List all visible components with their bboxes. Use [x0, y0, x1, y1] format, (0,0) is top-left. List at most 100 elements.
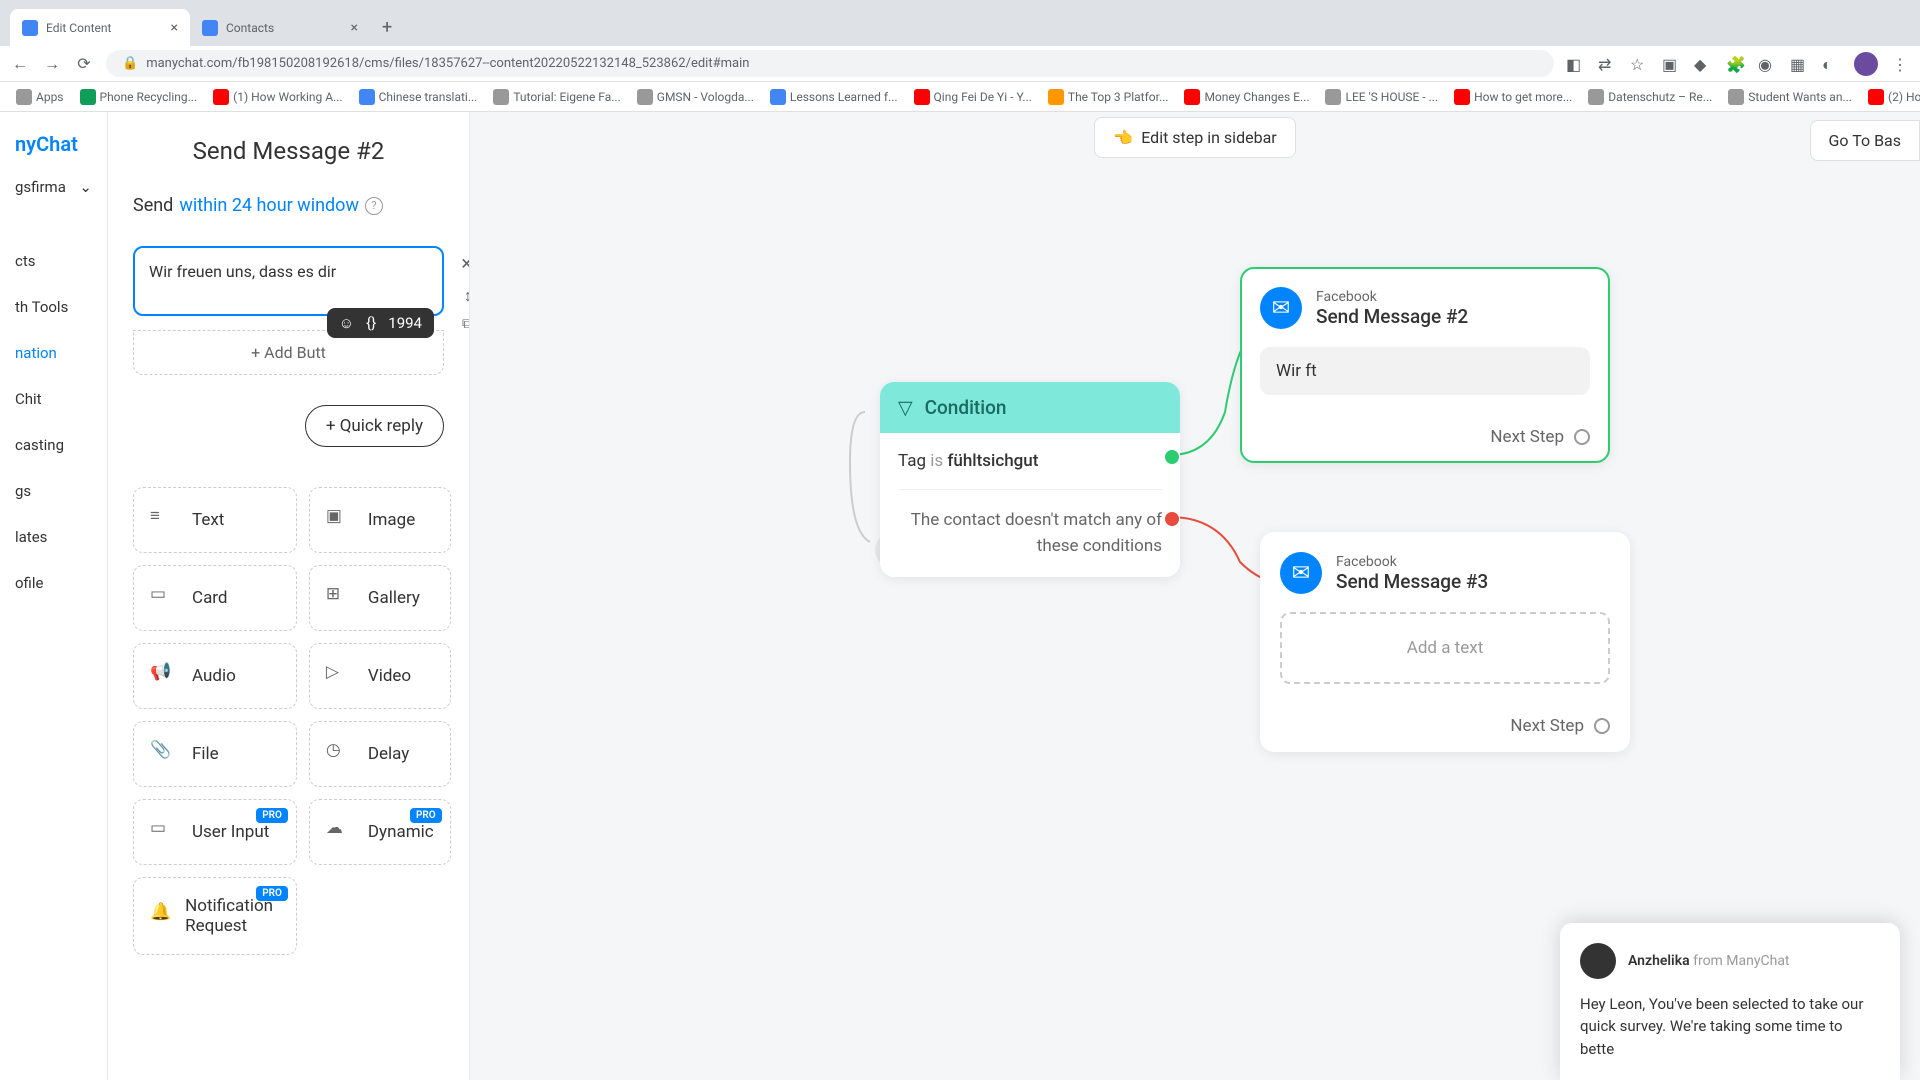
sidebar-item[interactable]: lates	[0, 514, 107, 560]
connector-port[interactable]	[1574, 429, 1590, 445]
bookmark-item[interactable]: (1) How Working A...	[207, 85, 348, 109]
content-block-delay[interactable]: ◷Delay	[309, 721, 451, 787]
support-chat-widget[interactable]: Anzhelika from ManyChat Hey Leon, You've…	[1560, 923, 1900, 1080]
connector-dot-match[interactable]	[1165, 450, 1179, 464]
account-avatar[interactable]	[1854, 52, 1878, 76]
bookmark-favicon	[80, 89, 96, 105]
add-text-placeholder[interactable]: Add a text	[1280, 612, 1610, 684]
delete-block-icon[interactable]: ×	[461, 251, 470, 275]
back-button[interactable]: ←	[10, 54, 30, 74]
audio-icon: 📢	[150, 662, 178, 690]
bookmark-item[interactable]: Apps	[10, 85, 70, 109]
block-label: Delay	[368, 744, 409, 764]
content-block-video[interactable]: ▷Video	[309, 643, 451, 709]
bookmark-item[interactable]: Student Wants an...	[1722, 85, 1858, 109]
logo: nyChat	[0, 122, 107, 166]
bookmark-item[interactable]: Chinese translati...	[353, 85, 484, 109]
extension-icon[interactable]: ◧	[1566, 55, 1584, 73]
bookmark-item[interactable]: Phone Recycling...	[74, 85, 204, 109]
bookmark-item[interactable]: Qing Fei De Yi - Y...	[908, 85, 1038, 109]
bookmark-favicon	[1454, 89, 1470, 105]
bookmark-favicon	[1588, 89, 1604, 105]
card-icon: ▭	[150, 584, 178, 612]
extension-icon[interactable]: ◐	[1822, 55, 1840, 73]
browser-toolbar: ← → ⟳ 🔒 manychat.com/fb198150208192618/c…	[0, 46, 1920, 82]
extension-icon[interactable]: ◆	[1694, 55, 1712, 73]
tab-title: Edit Content	[46, 21, 111, 35]
forward-button[interactable]: →	[42, 54, 62, 74]
file-icon: 📎	[150, 740, 178, 768]
bookmark-item[interactable]: Lessons Learned f...	[764, 85, 904, 109]
sidebar-item[interactable]: cts	[0, 238, 107, 284]
extensions-icon[interactable]: 🧩	[1726, 55, 1744, 73]
goto-basic-button[interactable]: Go To Bas	[1810, 120, 1920, 161]
connector-port[interactable]	[1594, 718, 1610, 734]
sidebar-item[interactable]: nation	[0, 330, 107, 376]
url-bar[interactable]: 🔒 manychat.com/fb198150208192618/cms/fil…	[106, 50, 1554, 77]
bookmark-item[interactable]: LEE 'S HOUSE - ...	[1319, 85, 1444, 109]
bookmark-item[interactable]: The Top 3 Platfor...	[1042, 85, 1175, 109]
variable-icon[interactable]: {}	[366, 314, 376, 332]
message-textarea[interactable]	[133, 246, 444, 316]
pointing-hand-icon: 👈	[1113, 128, 1133, 147]
platform-label: Facebook	[1316, 289, 1468, 305]
workspace-dropdown[interactable]: gsfirma ⌄	[0, 166, 107, 208]
bookmark-label: (2) How To ADD A...	[1888, 90, 1920, 104]
bookmark-item[interactable]: GMSN - Vologda...	[631, 85, 760, 109]
message-node-2[interactable]: ✉ Facebook Send Message #2 Wir ft Next S…	[1240, 267, 1610, 463]
star-icon[interactable]: ☆	[1630, 55, 1648, 73]
help-icon[interactable]: ?	[365, 197, 383, 215]
message-node-3[interactable]: ✉ Facebook Send Message #3 Add a text Ne…	[1260, 532, 1630, 752]
quick-reply-button[interactable]: + Quick reply	[305, 405, 444, 447]
sidebar-item[interactable]: casting	[0, 422, 107, 468]
url-text: manychat.com/fb198150208192618/cms/files…	[146, 56, 749, 71]
condition-node[interactable]: ▽ Condition Tag is fühltsichgut The cont…	[880, 382, 1180, 577]
close-icon[interactable]: ×	[351, 20, 358, 36]
tab-favicon	[22, 20, 38, 36]
messenger-icon: ✉	[1280, 552, 1322, 594]
platform-label: Facebook	[1336, 554, 1488, 570]
close-icon[interactable]: ×	[171, 20, 178, 36]
edit-sidebar-button[interactable]: 👈 Edit step in sidebar	[1094, 117, 1295, 158]
content-block-audio[interactable]: 📢Audio	[133, 643, 297, 709]
sidebar-item[interactable]: gs	[0, 468, 107, 514]
content-block-image[interactable]: ▣Image	[309, 487, 451, 553]
editor-panel: Send Message #2 Send within 24 hour wind…	[108, 112, 470, 1080]
flow-canvas[interactable]: 👈 Edit step in sidebar Go To Bas ‹ ▽ Con…	[470, 112, 1920, 1080]
content-block-gallery[interactable]: ⊞Gallery	[309, 565, 451, 631]
sidebar-item[interactable]: th Tools	[0, 284, 107, 330]
bookmark-item[interactable]: (2) How To ADD A...	[1862, 85, 1920, 109]
content-block-notification[interactable]: 🔔Notification RequestPRO	[133, 877, 297, 955]
extension-icon[interactable]: ▦	[1790, 55, 1808, 73]
notification-icon: 🔔	[150, 902, 171, 930]
content-block-dynamic[interactable]: ☁DynamicPRO	[309, 799, 451, 865]
bookmark-item[interactable]: Datenschutz – Re...	[1582, 85, 1718, 109]
bookmark-item[interactable]: How to get more...	[1448, 85, 1578, 109]
cond-field: Tag	[898, 451, 926, 471]
bookmark-favicon	[213, 89, 229, 105]
new-tab-button[interactable]: +	[370, 9, 404, 46]
bookmark-item[interactable]: Tutorial: Eigene Fa...	[487, 85, 626, 109]
workspace-name: gsfirma	[15, 178, 66, 196]
send-window-link[interactable]: within 24 hour window	[179, 195, 359, 216]
content-block-input[interactable]: ▭User InputPRO	[133, 799, 297, 865]
connector-dot-nomatch[interactable]	[1165, 512, 1179, 526]
condition-rule[interactable]: Tag is fühltsichgut	[898, 451, 1162, 490]
block-label: Text	[192, 510, 224, 530]
extension-icon[interactable]: ▣	[1662, 55, 1680, 73]
reload-button[interactable]: ⟳	[74, 54, 94, 74]
sidebar-item[interactable]: Chit	[0, 376, 107, 422]
tab-edit-content[interactable]: Edit Content ×	[10, 9, 190, 46]
content-block-file[interactable]: 📎File	[133, 721, 297, 787]
extension-icon[interactable]: ◉	[1758, 55, 1776, 73]
translate-icon[interactable]: ⇄	[1598, 55, 1616, 73]
edit-sidebar-label: Edit step in sidebar	[1141, 128, 1276, 147]
bookmark-item[interactable]: Money Changes E...	[1178, 85, 1315, 109]
menu-icon[interactable]: ⋮	[1892, 55, 1910, 73]
tab-contacts[interactable]: Contacts ×	[190, 9, 370, 46]
content-block-card[interactable]: ▭Card	[133, 565, 297, 631]
sidebar-item[interactable]: ofile	[0, 560, 107, 606]
copy-icon[interactable]: ⧉	[462, 316, 470, 332]
content-block-text[interactable]: ≡Text	[133, 487, 297, 553]
emoji-icon[interactable]: ☺	[339, 314, 354, 332]
